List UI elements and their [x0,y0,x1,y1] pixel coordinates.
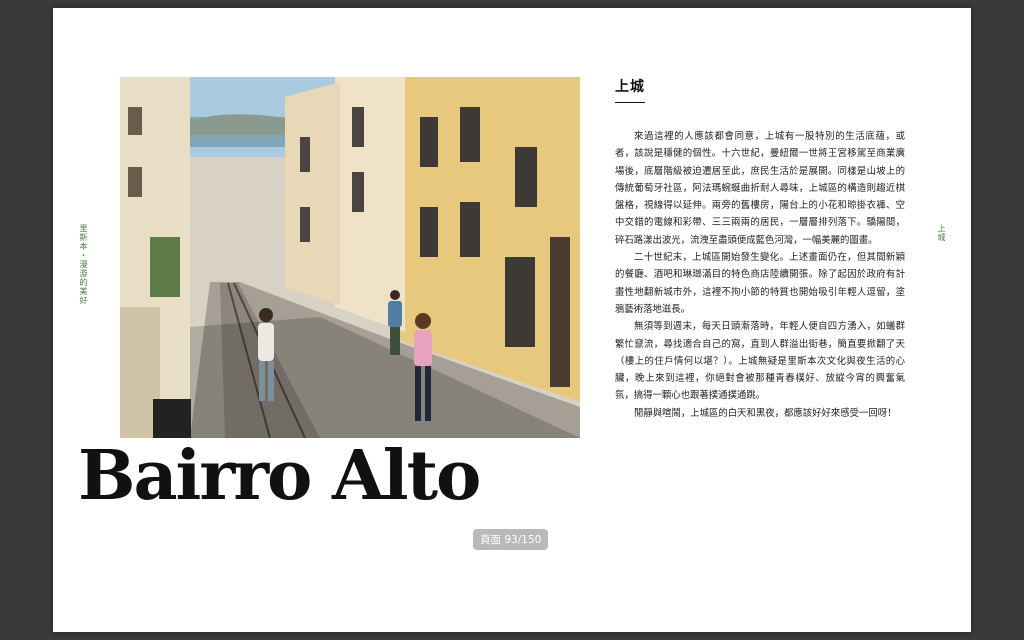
street-photo [120,77,580,438]
article-body: 來過這裡的人應該都會同意，上城有一股特別的生活底蘊，或者，該說是穩健的個性。十六… [615,128,905,422]
paragraph: 來過這裡的人應該都會同意，上城有一股特別的生活底蘊，或者，該說是穩健的個性。十六… [615,131,905,246]
section-title: 上城 [615,76,645,103]
paragraph: 閒靜與喧鬧，上城區的白天和黑夜，都應該好好來感受一回呀！ [634,407,897,419]
page-indicator: 頁面 93/150 [473,529,549,550]
paragraph: 二十世紀末，上城區開始發生變化。上述畫面仍在，但其間新穎的餐廳、酒吧和琳瑯滿目的… [615,252,905,315]
headline: Bairro Alto [78,436,481,516]
street-photo-tram-lisbon-icon [120,77,580,438]
running-header-right: 上城 [937,224,946,242]
paragraph: 無須等到週末，每天日頭漸落時，年輕人便自四方湧入，如蟻群繁忙竄流，尋找適合自己的… [615,321,905,402]
running-header-left: 里斯本・漫游的美好 [79,224,88,305]
